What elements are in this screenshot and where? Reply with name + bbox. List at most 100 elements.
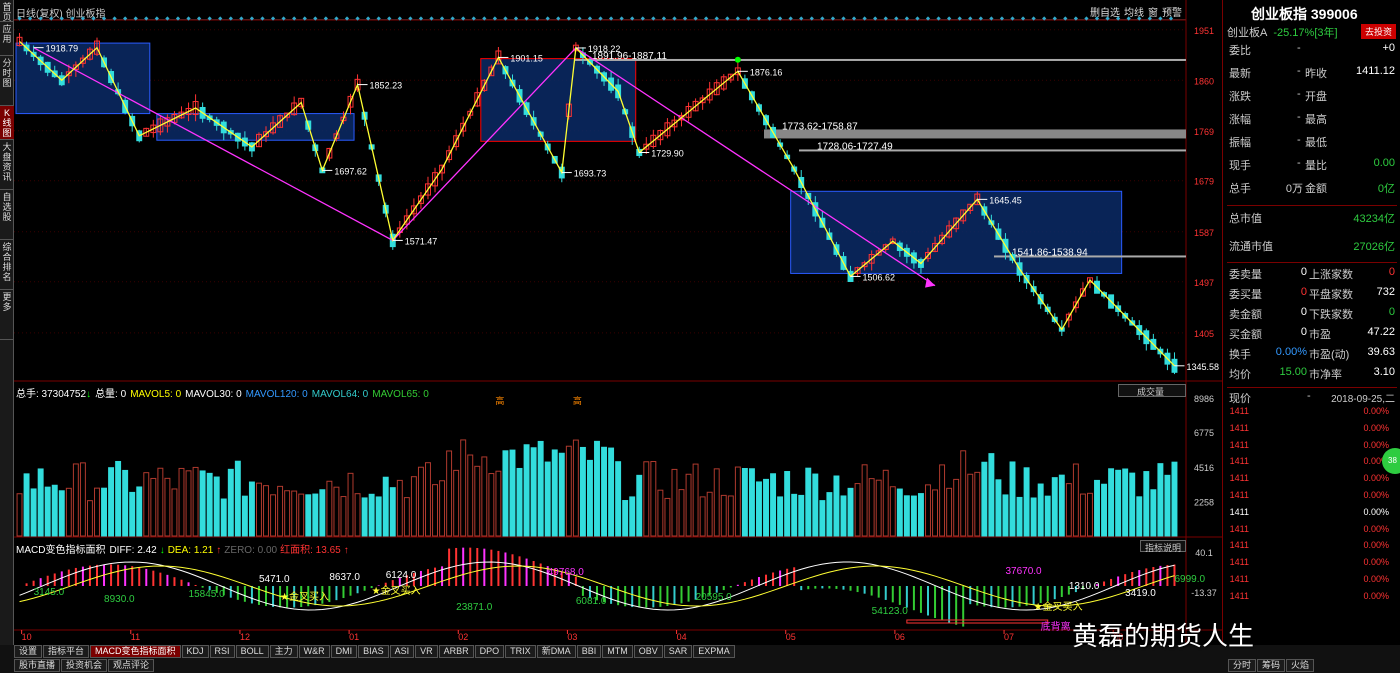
quote-row-2: 涨跌 - 开盘	[1227, 88, 1397, 108]
stat-label-b: 市净率	[1309, 369, 1342, 381]
indicator-tab-3[interactable]: KDJ	[181, 645, 209, 658]
hline-label-2: 1728.06-1727.49	[817, 141, 893, 152]
volume-bar	[178, 467, 185, 537]
volume-bar	[1094, 479, 1100, 537]
info-tabs: 股市直播 投资机会 观点评论	[14, 659, 155, 672]
indicator-tab-16[interactable]: BBI	[576, 645, 602, 658]
macd-tick-0: 40.1	[1195, 548, 1213, 558]
tick-pct: 0.00%	[1363, 473, 1389, 484]
info-tab-1[interactable]: 投资机会	[61, 659, 108, 672]
indicator-tab-19[interactable]: SAR	[663, 645, 693, 658]
stat-value: 39.63	[1367, 346, 1395, 358]
divergence-box	[906, 619, 1049, 624]
left-navigation: 首页 应用 分时图 K线图 大盘资讯 自选股 综合排名 更多	[0, 0, 14, 660]
stat-value: 0	[1388, 266, 1395, 278]
panel-tab-1[interactable]: 筹码	[1257, 659, 1286, 672]
tick-price: 1411	[1229, 506, 1249, 517]
tick-pct: 0.00%	[1363, 406, 1389, 416]
quote-label-b: 量比	[1305, 160, 1327, 172]
tick-price: 1411	[1229, 473, 1249, 484]
indicator-tab-5[interactable]: BOLL	[235, 645, 269, 658]
indicator-tab-4[interactable]: RSI	[209, 645, 235, 658]
nav-item-2[interactable]: 分时图	[0, 56, 14, 106]
cap-label: 流通市值	[1229, 241, 1273, 253]
quote-row-5: 现手 - 量比 0.00	[1227, 157, 1397, 177]
signal-dot	[734, 56, 741, 63]
nav-item-6[interactable]: 综合排名	[0, 240, 14, 290]
pivot-label-5: 1571.47	[405, 236, 438, 246]
volume-bar	[551, 449, 558, 537]
x-tick-6: 04	[677, 632, 687, 642]
volume-bar	[741, 468, 748, 537]
indicator-tab-18[interactable]: OBV	[633, 645, 663, 658]
volume-bar	[1136, 496, 1143, 537]
indicator-tab-1[interactable]: 指标平台	[43, 645, 90, 658]
indicator-tab-14[interactable]: TRIX	[505, 645, 536, 658]
price-tick-6: 1405	[1194, 329, 1214, 339]
macd-value-1: 8930.0	[104, 594, 135, 605]
volume-bar	[967, 473, 974, 537]
nav-item-5[interactable]: 自选股	[0, 190, 14, 240]
stat-label: 买金额	[1229, 329, 1262, 341]
volume-bar	[657, 489, 664, 537]
macd-value-7: 49768.0	[548, 567, 585, 578]
info-tab-2[interactable]: 观点评论	[108, 659, 155, 672]
volume-bar	[248, 481, 255, 537]
info-tab-0[interactable]: 股市直播	[14, 659, 61, 672]
volume-bar	[791, 493, 798, 537]
stat-label: 卖金额	[1229, 309, 1262, 321]
index-change: -25.17%[3年]	[1273, 27, 1338, 39]
volume-bar	[939, 464, 946, 537]
volume-bar	[495, 470, 502, 537]
pivot-label-14: 1345.58	[1186, 362, 1219, 372]
trendline-2	[575, 47, 936, 287]
indicator-tab-15[interactable]: 新DMA	[536, 645, 576, 658]
volume-bar	[227, 468, 234, 537]
quote-dash: -	[1297, 134, 1301, 146]
nav-item-7[interactable]: 更多	[0, 290, 14, 340]
nav-item-3[interactable]: K线图	[0, 106, 14, 140]
vol-tick-2: 4516	[1194, 463, 1214, 473]
macd-item-5: 红面积: 13.65	[280, 545, 341, 556]
price-tick-0: 1951	[1194, 26, 1214, 36]
stat-label-b: 市盈	[1309, 329, 1331, 341]
volume-bar	[199, 470, 206, 537]
nav-item-1[interactable]: 应用	[0, 22, 14, 56]
indicator-tab-13[interactable]: DPO	[474, 645, 505, 658]
indicator-tab-12[interactable]: ARBR	[438, 645, 474, 658]
volume-bar	[833, 475, 840, 537]
indicator-tab-17[interactable]: MTM	[602, 645, 633, 658]
volume-bar	[439, 480, 446, 537]
quote-label-b: 金额	[1305, 183, 1327, 195]
indicator-help-button[interactable]: 指标说明	[1140, 540, 1186, 553]
quote-label-b: 最低	[1305, 137, 1327, 149]
tick-row-11: 1411 0.00%	[1227, 591, 1397, 608]
volume-bar	[1051, 477, 1058, 537]
indicator-tab-7[interactable]: W&R	[298, 645, 330, 658]
stat-label-b: 市盈(动)	[1309, 349, 1350, 361]
indicator-tab-8[interactable]: DMI	[330, 645, 358, 658]
indicator-tab-20[interactable]: EXPMA	[693, 645, 735, 658]
indicator-tab-6[interactable]: 主力	[269, 645, 298, 658]
invest-button[interactable]: 去投资	[1360, 24, 1396, 39]
indicator-tab-9[interactable]: BIAS	[358, 645, 389, 658]
pivot-label-3: 1852.23	[370, 81, 403, 91]
indicator-tab-0[interactable]: 设置	[14, 645, 43, 658]
volume-indicator-select[interactable]: 成交量	[1118, 384, 1186, 397]
macd-indicator-info: MACD变色指标面积 DIFF: 2.42 ↓ DEA: 1.21 ↑ ZERO: 0.0…	[16, 541, 352, 556]
indicator-tab-11[interactable]: VR	[415, 645, 438, 658]
indicator-tab-10[interactable]: ASI	[389, 645, 415, 658]
nav-item-4[interactable]: 大盘资讯	[0, 140, 14, 190]
tick-row-8: 1411 0.00%	[1227, 540, 1397, 557]
volume-bar	[1122, 468, 1129, 537]
nav-item-0[interactable]: 首页	[0, 0, 14, 22]
indicator-tab-2[interactable]: MACD变色指标面积	[90, 645, 181, 658]
macd-marker-0: ★金叉买入	[280, 590, 329, 603]
vol-high-1: 高	[573, 395, 582, 406]
volume-bar	[16, 493, 23, 537]
panel-tab-2[interactable]: 火焰	[1286, 659, 1315, 672]
macd-value-3: 5471.0	[259, 574, 290, 585]
cap-row-1: 流通市值 27026亿	[1227, 238, 1397, 258]
volume-bar	[861, 464, 868, 537]
panel-tab-0[interactable]: 分时	[1228, 659, 1257, 672]
